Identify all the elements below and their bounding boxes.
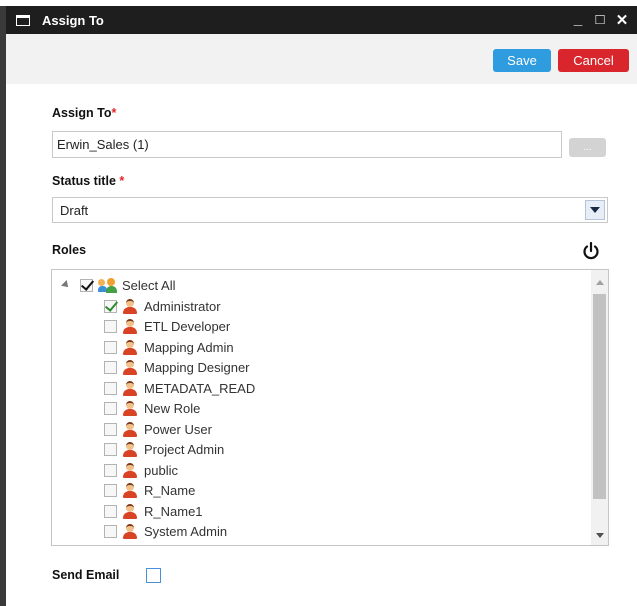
user-role-icon bbox=[123, 339, 137, 355]
role-row[interactable]: Power User bbox=[104, 419, 212, 439]
roles-scrollbar[interactable] bbox=[591, 270, 608, 545]
user-role-icon bbox=[123, 442, 137, 457]
status-title-label: Status title * bbox=[52, 174, 125, 188]
role-row[interactable]: R_Name1 bbox=[104, 501, 203, 521]
role-row[interactable]: ETL Developer bbox=[104, 317, 230, 337]
select-all-row[interactable]: Select All bbox=[52, 275, 175, 295]
required-mark: * bbox=[119, 174, 125, 188]
assign-to-field[interactable]: Erwin_Sales (1) bbox=[52, 131, 562, 158]
send-email-checkbox[interactable] bbox=[146, 568, 161, 583]
window-title: Assign To bbox=[42, 12, 104, 28]
roles-tree[interactable]: Select All Administrator ETL Developer Map… bbox=[51, 269, 609, 546]
scroll-down-icon[interactable] bbox=[596, 533, 604, 538]
user-role-icon bbox=[123, 462, 137, 478]
power-icon[interactable] bbox=[582, 241, 600, 261]
role-label: public bbox=[144, 462, 178, 478]
role-label: Power User bbox=[144, 421, 212, 437]
role-label: Administrator bbox=[144, 298, 221, 314]
save-button[interactable]: Save bbox=[493, 49, 551, 72]
send-email-label: Send Email bbox=[52, 568, 120, 582]
role-checkbox[interactable] bbox=[104, 320, 117, 333]
user-role-icon bbox=[123, 483, 137, 498]
status-value: Draft bbox=[60, 202, 89, 218]
select-all-label: Select All bbox=[122, 277, 176, 293]
user-role-icon bbox=[123, 503, 137, 519]
roles-label: Roles bbox=[52, 243, 87, 257]
role-checkbox[interactable] bbox=[104, 299, 117, 313]
role-label: Mapping Admin bbox=[144, 339, 234, 355]
role-row[interactable]: System Admin bbox=[104, 522, 227, 542]
user-role-icon bbox=[123, 524, 137, 539]
status-select[interactable]: Draft bbox=[52, 197, 608, 223]
maximize-icon[interactable]: □ bbox=[593, 11, 607, 29]
role-checkbox[interactable] bbox=[104, 361, 117, 374]
window-controls: _ □ ✕ bbox=[571, 11, 629, 29]
role-checkbox[interactable] bbox=[104, 484, 117, 497]
role-checkbox[interactable] bbox=[104, 340, 117, 354]
role-checkbox[interactable] bbox=[104, 422, 117, 436]
scroll-up-icon[interactable] bbox=[596, 280, 604, 285]
users-group-icon bbox=[98, 277, 118, 293]
role-label: Mapping Designer bbox=[144, 360, 250, 375]
close-icon[interactable]: ✕ bbox=[615, 11, 629, 29]
user-role-icon bbox=[123, 380, 137, 396]
user-role-icon bbox=[123, 360, 137, 375]
window-icon bbox=[16, 14, 30, 26]
cancel-button[interactable]: Cancel bbox=[558, 49, 629, 72]
select-all-checkbox[interactable] bbox=[80, 278, 93, 292]
user-role-icon bbox=[123, 401, 137, 416]
user-role-icon bbox=[123, 298, 137, 314]
role-checkbox[interactable] bbox=[104, 504, 117, 518]
window-left-edge bbox=[0, 6, 6, 606]
role-label: Project Admin bbox=[144, 442, 225, 457]
role-row[interactable]: R_Name bbox=[104, 481, 195, 501]
assign-to-label: Assign To* bbox=[52, 106, 117, 120]
role-label: METADATA_READ bbox=[144, 380, 256, 396]
title-bar: Assign To _ □ ✕ bbox=[6, 6, 637, 34]
scroll-thumb[interactable] bbox=[593, 294, 606, 499]
dropdown-arrow-icon[interactable] bbox=[585, 200, 605, 220]
role-label: System Admin bbox=[144, 524, 228, 539]
role-row[interactable]: public bbox=[104, 460, 178, 480]
expand-collapse-icon[interactable] bbox=[61, 280, 71, 290]
role-label: ETL Developer bbox=[144, 319, 231, 334]
role-checkbox[interactable] bbox=[104, 381, 117, 395]
role-row[interactable]: Mapping Admin bbox=[104, 337, 234, 357]
role-label: R_Name bbox=[144, 483, 196, 498]
role-row[interactable]: Mapping Designer bbox=[104, 358, 250, 378]
role-checkbox[interactable] bbox=[104, 463, 117, 477]
role-checkbox[interactable] bbox=[104, 402, 117, 415]
role-row[interactable]: Project Admin bbox=[104, 440, 224, 460]
role-row[interactable]: Administrator bbox=[104, 296, 221, 316]
role-label: New Role bbox=[144, 401, 201, 416]
required-mark: * bbox=[111, 106, 117, 120]
role-row[interactable]: New Role bbox=[104, 399, 200, 419]
role-row[interactable]: METADATA_READ bbox=[104, 378, 255, 398]
minimize-icon[interactable]: _ bbox=[571, 11, 585, 29]
role-checkbox[interactable] bbox=[104, 443, 117, 456]
role-label: R_Name1 bbox=[144, 503, 203, 519]
browse-button[interactable]: ... bbox=[569, 138, 606, 157]
user-role-icon bbox=[123, 421, 137, 437]
user-role-icon bbox=[123, 319, 137, 334]
role-checkbox[interactable] bbox=[104, 525, 117, 538]
